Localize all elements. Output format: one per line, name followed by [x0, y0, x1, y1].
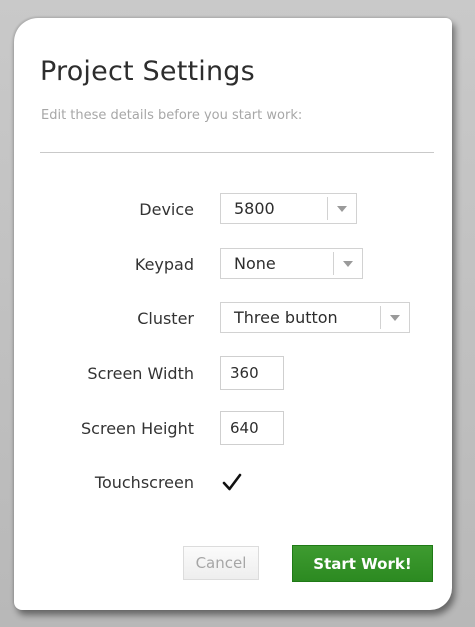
device-select[interactable]: 5800 [220, 193, 357, 224]
cancel-button[interactable]: Cancel [183, 546, 259, 580]
touchscreen-label: Touchscreen [94, 473, 194, 492]
chevron-down-icon[interactable] [333, 252, 362, 275]
cluster-select-value: Three button [234, 308, 338, 327]
chevron-down-icon[interactable] [380, 306, 409, 329]
cluster-select[interactable]: Three button [220, 302, 410, 333]
project-settings-dialog: Project Settings Edit these details befo… [14, 18, 452, 610]
touchscreen-checkbox[interactable] [221, 472, 243, 494]
chevron-down-icon[interactable] [327, 197, 356, 220]
screen-width-label: Screen Width [87, 364, 194, 383]
screen-height-label: Screen Height [81, 419, 194, 438]
dialog-title: Project Settings [40, 56, 255, 87]
divider [40, 152, 434, 153]
keypad-select-value: None [234, 254, 276, 273]
device-select-value: 5800 [234, 199, 275, 218]
cluster-label: Cluster [137, 309, 194, 328]
keypad-label: Keypad [134, 255, 194, 274]
screen-width-input[interactable] [220, 356, 284, 390]
checkmark-icon [222, 473, 242, 491]
keypad-select[interactable]: None [220, 248, 363, 279]
device-label: Device [139, 200, 194, 219]
dialog-subtitle: Edit these details before you start work… [41, 108, 303, 123]
start-work-button[interactable]: Start Work! [292, 545, 433, 582]
screen-height-input[interactable] [220, 411, 284, 445]
